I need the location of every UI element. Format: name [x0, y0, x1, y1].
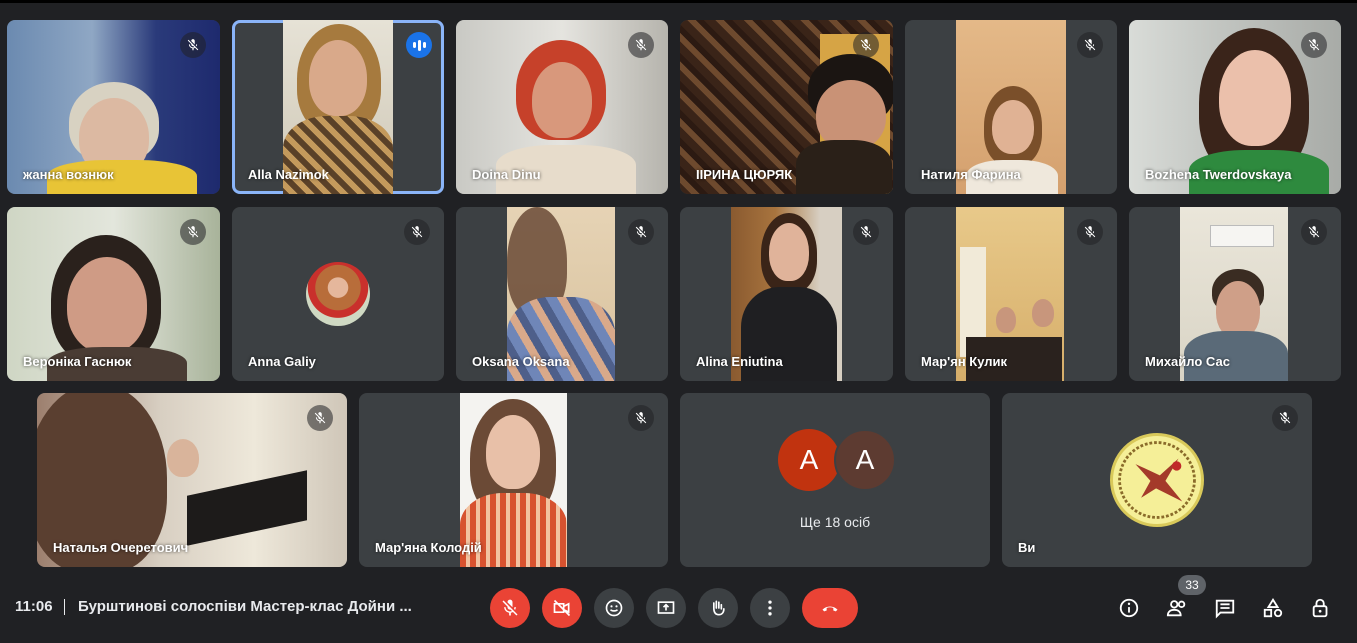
mic-muted-icon	[853, 32, 879, 58]
participant-tile[interactable]: Doina Dinu	[456, 20, 668, 194]
participant-name: жанна вознюк	[23, 167, 114, 182]
present-screen-button[interactable]	[646, 588, 686, 628]
participant-tile[interactable]: Наталья Очеретович	[37, 393, 347, 567]
participant-name: Наталья Очеретович	[53, 540, 189, 555]
info-icon	[1119, 598, 1139, 618]
participant-tile[interactable]: жанна вознюк	[7, 20, 220, 194]
participant-name: Михайло Сас	[1145, 354, 1230, 369]
hummingbird-logo-icon	[1118, 441, 1196, 519]
more-participants-tile[interactable]: A A Ще 18 осіб	[680, 393, 990, 567]
host-controls-button[interactable]	[1308, 595, 1334, 621]
self-avatar-logo	[1110, 433, 1204, 527]
speaking-indicator-icon	[406, 32, 432, 58]
mic-muted-icon	[1301, 32, 1327, 58]
participant-name: ІІРИНА ЦЮРЯК	[696, 167, 793, 182]
activities-button[interactable]	[1260, 595, 1286, 621]
more-participants-label: Ще 18 осіб	[799, 514, 871, 530]
participant-count-badge: 33	[1178, 575, 1206, 595]
meeting-details-button[interactable]	[1116, 595, 1142, 621]
participant-name: Oksana Oksana	[472, 354, 570, 369]
participant-name: Вероніка Гаснюк	[23, 354, 132, 369]
self-name: Ви	[1018, 540, 1036, 555]
emoji-icon	[605, 599, 623, 617]
camera-off-icon	[553, 599, 571, 617]
participant-avatar: A	[834, 429, 896, 491]
activities-icon	[1263, 598, 1283, 618]
self-tile[interactable]: Ви	[1002, 393, 1312, 567]
lock-person-icon	[1312, 598, 1328, 618]
meeting-title[interactable]: Бурштинові солоспіви Мастер-клас Дойни .…	[78, 598, 412, 615]
hand-icon	[713, 600, 725, 616]
participant-tile[interactable]: Натиля Фарина	[905, 20, 1117, 194]
reactions-button[interactable]	[594, 588, 634, 628]
mic-muted-icon	[853, 219, 879, 245]
people-icon	[1166, 600, 1186, 617]
participant-tile[interactable]: Anna Galiy	[232, 207, 444, 381]
chat-button[interactable]	[1212, 595, 1238, 621]
more-vert-icon	[768, 600, 772, 616]
mic-muted-icon	[628, 32, 654, 58]
participant-tile[interactable]: Мар'яна Колодій	[359, 393, 668, 567]
more-options-button[interactable]	[750, 588, 790, 628]
participant-name: Мар'ян Кулик	[921, 354, 1008, 369]
mic-muted-icon	[1301, 219, 1327, 245]
divider	[64, 599, 65, 615]
top-border	[0, 0, 1357, 3]
mic-muted-icon	[628, 405, 654, 431]
participant-name: Anna Galiy	[248, 354, 316, 369]
participant-tile[interactable]: ІІРИНА ЦЮРЯК	[680, 20, 893, 194]
participant-tile[interactable]: Вероніка Гаснюк	[7, 207, 220, 381]
clock: 11:06	[15, 598, 53, 615]
participant-avatar: A	[778, 429, 840, 491]
bottom-control-bar: 11:06 Бурштинові солоспіви Мастер-клас Д…	[0, 575, 1357, 643]
people-button[interactable]	[1164, 595, 1190, 621]
present-icon	[657, 601, 675, 614]
raise-hand-button[interactable]	[698, 588, 738, 628]
participant-name: Doina Dinu	[472, 167, 541, 182]
participant-tile-active-speaker[interactable]: Alla Nazimok	[232, 20, 444, 194]
participant-name: Натиля Фарина	[921, 167, 1021, 182]
mic-muted-icon	[404, 219, 430, 245]
mic-muted-icon	[1077, 219, 1103, 245]
participant-name: Alla Nazimok	[248, 167, 329, 182]
participant-tile[interactable]: Мар'ян Кулик	[905, 207, 1117, 381]
mic-muted-icon	[1077, 32, 1103, 58]
chat-icon	[1215, 599, 1235, 619]
mic-muted-icon	[628, 219, 654, 245]
participant-tile[interactable]: Bozhena Twerdovskaya	[1129, 20, 1341, 194]
mic-toggle-button[interactable]	[490, 588, 530, 628]
participant-name: Мар'яна Колодій	[375, 540, 482, 555]
mic-off-icon	[502, 599, 518, 616]
hang-up-icon	[822, 606, 838, 612]
leave-call-button[interactable]	[802, 588, 858, 628]
mic-muted-icon	[1272, 405, 1298, 431]
mic-muted-icon	[180, 32, 206, 58]
mic-muted-icon	[180, 219, 206, 245]
participant-name: Alina Eniutina	[696, 354, 783, 369]
participant-tile[interactable]: Alina Eniutina	[680, 207, 893, 381]
participant-tile[interactable]: Oksana Oksana	[456, 207, 668, 381]
camera-toggle-button[interactable]	[542, 588, 582, 628]
profile-photo-avatar	[306, 262, 370, 326]
participant-name: Bozhena Twerdovskaya	[1145, 167, 1292, 182]
participant-tile[interactable]: Михайло Сас	[1129, 207, 1341, 381]
mic-muted-icon	[307, 405, 333, 431]
